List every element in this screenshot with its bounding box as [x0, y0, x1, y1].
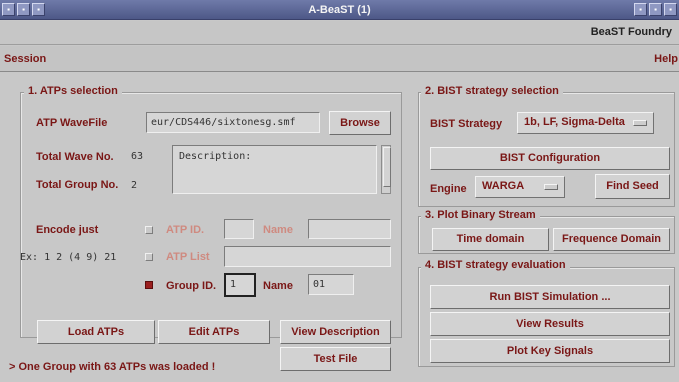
group-name-field[interactable]: 01 — [308, 274, 354, 295]
atp-selection-title: 1. ATPs selection — [24, 85, 122, 97]
bist-strategy-dropdown[interactable]: 1b, LF, Sigma-Delta — [517, 112, 654, 134]
menu-session[interactable]: Session — [4, 53, 46, 65]
run-bist-simulation-button[interactable]: Run BIST Simulation ... — [430, 285, 670, 309]
group-id-field[interactable]: 1 — [224, 273, 256, 297]
scrollbar-thumb[interactable] — [383, 147, 391, 187]
engine-value: WARGA — [482, 180, 525, 192]
atp-id-label: ATP ID. — [166, 224, 205, 236]
total-wave-label: Total Wave No. — [36, 151, 114, 163]
frequence-domain-button[interactable]: Frequence Domain — [553, 228, 670, 251]
total-group-value: 2 — [131, 180, 138, 191]
view-results-button[interactable]: View Results — [430, 312, 670, 336]
time-domain-button[interactable]: Time domain — [432, 228, 549, 251]
atp-list-example: Ex: 1 2 (4 9) 21 — [20, 252, 117, 263]
status-message: > One Group with 63 ATPs was loaded ! — [9, 361, 216, 373]
minimize-icon: ▪ — [639, 5, 642, 14]
maximize-button[interactable]: ▪ — [649, 3, 662, 16]
group-id-label: Group ID. — [166, 280, 217, 292]
atp-id-checkbox[interactable] — [145, 226, 153, 234]
engine-label: Engine — [430, 183, 467, 195]
engine-dropdown[interactable]: WARGA — [475, 176, 565, 198]
bist-strategy-value: 1b, LF, Sigma-Delta — [524, 116, 625, 128]
atp-wavefile-label: ATP WaveFile — [36, 117, 108, 129]
find-seed-button[interactable]: Find Seed — [595, 174, 670, 199]
group-id-checkbox[interactable] — [145, 281, 153, 289]
bist-configuration-button[interactable]: BIST Configuration — [430, 147, 670, 170]
test-file-button[interactable]: Test File — [280, 347, 391, 371]
menu-bar — [0, 46, 679, 72]
load-atps-button[interactable]: Load ATPs — [37, 320, 155, 344]
bist-strategy-label: BIST Strategy — [430, 118, 503, 130]
description-scrollbar[interactable] — [381, 145, 391, 194]
description-textarea[interactable]: Description: — [172, 145, 377, 194]
atp-name-label: Name — [263, 224, 293, 236]
view-description-button[interactable]: View Description — [280, 320, 391, 344]
atp-id-field[interactable] — [224, 219, 254, 239]
atp-list-field[interactable] — [224, 246, 391, 267]
minimize-button[interactable]: ▪ — [634, 3, 647, 16]
total-wave-value: 63 — [131, 151, 144, 162]
dropdown-indicator-icon — [633, 120, 647, 126]
brand-label: BeaST Foundry — [590, 26, 672, 38]
close-button[interactable]: ▪ — [664, 3, 677, 16]
plot-key-signals-button[interactable]: Plot Key Signals — [430, 339, 670, 363]
bist-evaluation-title: 4. BIST strategy evaluation — [421, 259, 570, 271]
edit-atps-button[interactable]: Edit ATPs — [158, 320, 270, 344]
close-icon: ▪ — [669, 5, 672, 14]
atp-list-checkbox[interactable] — [145, 253, 153, 261]
dropdown-indicator-icon — [544, 184, 558, 190]
browse-button[interactable]: Browse — [329, 111, 391, 135]
menu-help[interactable]: Help — [648, 53, 678, 65]
maximize-icon: ▪ — [654, 5, 657, 14]
plot-binary-stream-title: 3. Plot Binary Stream — [421, 209, 540, 221]
atp-wavefile-field[interactable]: eur/CDS446/sixtonesg.smf — [146, 112, 320, 133]
bist-strategy-title: 2. BIST strategy selection — [421, 85, 563, 97]
atp-name-field[interactable] — [308, 219, 391, 239]
total-group-label: Total Group No. — [36, 179, 119, 191]
atp-list-label: ATP List — [166, 251, 210, 263]
encode-just-label: Encode just — [36, 224, 99, 236]
group-name-label: Name — [263, 280, 293, 292]
window-title: A-BeaST (1) — [308, 4, 371, 16]
